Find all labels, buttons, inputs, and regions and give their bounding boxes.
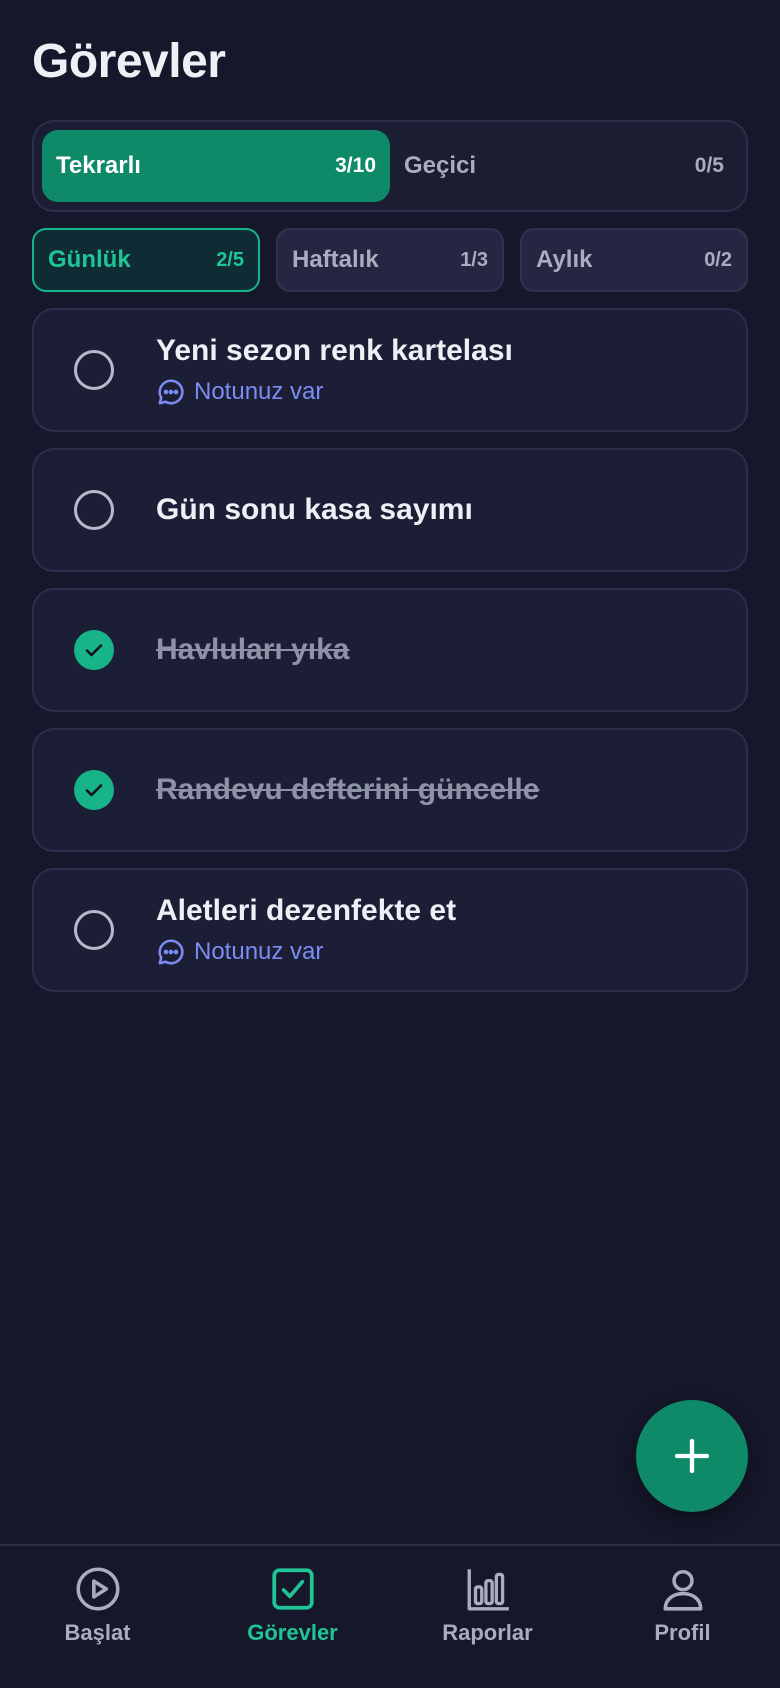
add-task-button[interactable] — [636, 1400, 748, 1512]
nav-item-start[interactable]: Başlat — [0, 1546, 195, 1688]
page-title: Görevler — [32, 35, 226, 88]
task-checkbox[interactable] — [74, 770, 114, 810]
task-card[interactable]: Randevu defterini güncelle — [32, 728, 748, 852]
period-tabs: Günlük 2/5 Haftalık 1/3 Aylık 0/2 — [32, 228, 748, 292]
nav-label: Raporlar — [442, 1620, 533, 1645]
chat-bubble-icon — [158, 939, 184, 965]
chat-bubble-icon — [158, 379, 184, 405]
task-body: Aletleri dezenfekte et Notunuz var — [156, 893, 726, 967]
task-card[interactable]: Havluları yıka — [32, 588, 748, 712]
tab-recurring[interactable]: Tekrarlı 3/10 — [42, 130, 390, 202]
chip-label: Günlük — [48, 246, 131, 273]
bar-chart-icon — [467, 1569, 509, 1611]
task-body: Yeni sezon renk kartelası Notunuz var — [156, 333, 726, 407]
task-note-label: Notunuz var — [194, 378, 324, 405]
task-list: Yeni sezon renk kartelası Notunuz var Gü… — [32, 308, 748, 1008]
tab-count: 0/5 — [694, 154, 724, 177]
tab-count: 3/10 — [335, 154, 376, 177]
task-checkbox[interactable] — [74, 910, 114, 950]
tab-monthly[interactable]: Aylık 0/2 — [520, 228, 748, 292]
task-title: Havluları yıka — [156, 633, 350, 666]
nav-label: Başlat — [64, 1620, 131, 1645]
nav-label: Görevler — [247, 1620, 338, 1645]
plus-icon — [674, 1438, 710, 1474]
tab-label: Tekrarlı — [56, 152, 141, 179]
tab-daily[interactable]: Günlük 2/5 — [32, 228, 260, 292]
task-card[interactable]: Gün sonu kasa sayımı — [32, 448, 748, 572]
chip-count: 1/3 — [460, 248, 488, 271]
task-title: Gün sonu kasa sayımı — [156, 493, 473, 526]
tab-temporary[interactable]: Geçici 0/5 — [390, 130, 738, 202]
nav-item-profile[interactable]: Profil — [585, 1546, 780, 1688]
task-note[interactable]: Notunuz var — [156, 937, 726, 967]
task-note-label: Notunuz var — [194, 938, 324, 965]
task-checkbox[interactable] — [74, 630, 114, 670]
chip-label: Haftalık — [292, 246, 379, 273]
checkmark-icon — [85, 644, 103, 657]
check-square-icon — [271, 1568, 314, 1610]
checkmark-icon — [85, 784, 103, 797]
task-title: Aletleri dezenfekte et — [156, 894, 457, 927]
tasks-screen: Görevler Tekrarlı 3/10 Geçici 0/5 Günlük… — [0, 0, 780, 1688]
nav-label: Profil — [654, 1620, 711, 1645]
task-body: Havluları yıka — [156, 632, 726, 668]
task-title: Yeni sezon renk kartelası — [156, 334, 513, 367]
bottom-nav: Başlat Görevler Raporlar Profil — [0, 1544, 780, 1688]
tab-label: Geçici — [404, 152, 477, 179]
task-body: Randevu defterini güncelle — [156, 772, 726, 808]
task-type-tabs: Tekrarlı 3/10 Geçici 0/5 — [32, 120, 748, 212]
chip-count: 0/2 — [704, 248, 732, 271]
task-title: Randevu defterini güncelle — [156, 773, 540, 806]
nav-item-reports[interactable]: Raporlar — [390, 1546, 585, 1688]
chip-label: Aylık — [536, 246, 593, 273]
task-note[interactable]: Notunuz var — [156, 377, 726, 407]
task-checkbox[interactable] — [74, 350, 114, 390]
task-card[interactable]: Aletleri dezenfekte et Notunuz var — [32, 868, 748, 992]
nav-item-tasks[interactable]: Görevler — [195, 1546, 390, 1688]
user-icon — [663, 1569, 702, 1611]
task-card[interactable]: Yeni sezon renk kartelası Notunuz var — [32, 308, 748, 432]
task-body: Gün sonu kasa sayımı — [156, 492, 726, 528]
tab-weekly[interactable]: Haftalık 1/3 — [276, 228, 504, 292]
play-circle-icon — [75, 1567, 120, 1611]
task-checkbox[interactable] — [74, 490, 114, 530]
chip-count: 2/5 — [216, 248, 244, 271]
